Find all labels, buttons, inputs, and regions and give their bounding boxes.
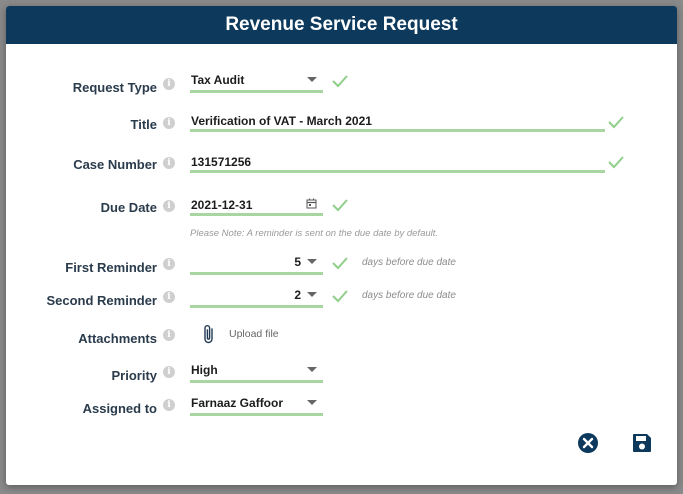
paperclip-icon[interactable]: [203, 323, 215, 345]
due-date-label: Due Date: [100, 200, 157, 215]
info-icon[interactable]: i: [163, 329, 175, 341]
second-reminder-label: Second Reminder: [46, 293, 157, 308]
attachments-label: Attachments: [78, 331, 157, 346]
assigned-to-value: Farnaaz Gaffoor: [191, 396, 284, 410]
info-icon[interactable]: i: [163, 258, 175, 270]
case-number-value: 131571256: [191, 155, 252, 169]
info-icon[interactable]: i: [163, 157, 175, 169]
chevron-down-icon: [307, 292, 317, 297]
chevron-down-icon: [307, 400, 317, 405]
title-label: Title: [130, 117, 158, 132]
checkmark-icon: [332, 75, 348, 88]
checkmark-icon: [608, 116, 624, 129]
due-date-input[interactable]: 2021-12-31: [190, 198, 323, 216]
second-reminder-value: 2: [294, 288, 301, 302]
dialog-title: Revenue Service Request: [6, 6, 677, 44]
info-icon[interactable]: i: [163, 117, 175, 129]
priority-select[interactable]: High: [190, 363, 323, 383]
cancel-button[interactable]: [577, 432, 599, 454]
priority-label: Priority: [111, 368, 157, 383]
checkmark-icon: [332, 257, 348, 270]
info-icon[interactable]: i: [163, 366, 175, 378]
upload-file-link[interactable]: Upload file: [229, 328, 279, 340]
due-date-note: Please Note: A reminder is sent on the d…: [190, 228, 439, 239]
save-button[interactable]: [631, 432, 653, 454]
assigned-to-select[interactable]: Farnaaz Gaffoor: [190, 396, 323, 416]
chevron-down-icon: [307, 259, 317, 264]
second-reminder-select[interactable]: 2: [190, 288, 323, 308]
first-reminder-select[interactable]: 5: [190, 255, 323, 275]
first-reminder-suffix: days before due date: [362, 257, 456, 268]
title-input[interactable]: Verification of VAT - March 2021: [190, 114, 605, 132]
checkmark-icon: [608, 156, 624, 169]
info-icon[interactable]: i: [163, 78, 175, 90]
first-reminder-value: 5: [294, 255, 301, 269]
case-number-input[interactable]: 131571256: [190, 155, 605, 173]
checkmark-icon: [332, 199, 348, 212]
chevron-down-icon: [307, 367, 317, 372]
info-icon[interactable]: i: [163, 399, 175, 411]
priority-value: High: [191, 363, 218, 377]
second-reminder-suffix: days before due date: [362, 290, 456, 301]
due-date-value: 2021-12-31: [191, 198, 253, 212]
request-type-select[interactable]: Tax Audit: [190, 73, 323, 93]
info-icon[interactable]: i: [163, 200, 175, 212]
assigned-to-label: Assigned to: [82, 401, 157, 416]
request-type-value: Tax Audit: [191, 73, 245, 87]
calendar-icon[interactable]: [306, 198, 317, 209]
info-icon[interactable]: i: [163, 291, 175, 303]
checkmark-icon: [332, 290, 348, 303]
revenue-service-request-dialog: Revenue Service Request Request Type i T…: [6, 6, 677, 485]
chevron-down-icon: [307, 77, 317, 82]
first-reminder-label: First Reminder: [65, 260, 157, 275]
title-value: Verification of VAT - March 2021: [191, 114, 372, 128]
case-number-label: Case Number: [73, 157, 157, 172]
request-type-label: Request Type: [72, 80, 157, 95]
